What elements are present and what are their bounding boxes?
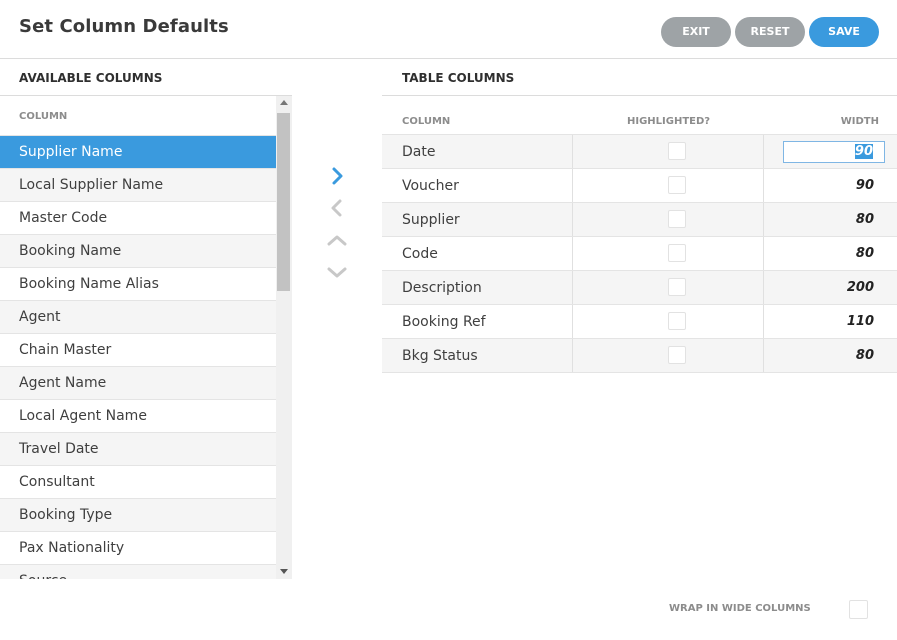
save-button[interactable]: SAVE: [809, 17, 879, 47]
chevron-left-icon[interactable]: [326, 197, 348, 219]
available-column-item[interactable]: Travel Date: [0, 433, 276, 466]
column-name-cell: Date: [382, 135, 573, 168]
table-row[interactable]: Supplier 80: [382, 203, 897, 237]
width-input[interactable]: 90: [783, 141, 885, 163]
available-column-item[interactable]: Agent Name: [0, 367, 276, 400]
chevron-right-icon[interactable]: [326, 165, 348, 187]
highlighted-checkbox[interactable]: [668, 278, 686, 296]
highlighted-cell: [573, 339, 764, 372]
chevron-down-icon[interactable]: [326, 261, 348, 283]
table-row[interactable]: Code 80: [382, 237, 897, 271]
width-cell[interactable]: 90: [764, 169, 897, 202]
table-row[interactable]: Voucher 90: [382, 169, 897, 203]
available-column-item[interactable]: Source: [0, 565, 276, 579]
column-name-cell: Supplier: [382, 203, 573, 236]
width-cell[interactable]: 80: [764, 203, 897, 236]
available-columns-title: AVAILABLE COLUMNS: [19, 71, 163, 85]
table-row[interactable]: Bkg Status 80: [382, 339, 897, 373]
table-columns-header: COLUMN HIGHLIGHTED? WIDTH: [382, 96, 897, 135]
scroll-up-arrow-icon[interactable]: [280, 100, 288, 105]
width-cell[interactable]: 80: [764, 237, 897, 270]
width-cell[interactable]: 200: [764, 271, 897, 304]
highlighted-header-label: HIGHLIGHTED?: [627, 116, 711, 127]
scroll-down-arrow-icon[interactable]: [280, 569, 288, 574]
header-bar: Set Column Defaults EXIT RESET SAVE: [0, 0, 897, 59]
highlighted-checkbox[interactable]: [668, 210, 686, 228]
wrap-wide-columns-label: WRAP IN WIDE COLUMNS: [669, 603, 811, 614]
available-column-item[interactable]: Local Agent Name: [0, 400, 276, 433]
table-row[interactable]: Booking Ref 110: [382, 305, 897, 339]
table-columns-body: Date 90 Voucher 90 Supplier 80 Code 80 Descripti…: [382, 135, 897, 373]
column-name-cell: Code: [382, 237, 573, 270]
available-column-item[interactable]: Supplier Name: [0, 136, 276, 169]
available-column-item[interactable]: Local Supplier Name: [0, 169, 276, 202]
column-name-cell: Description: [382, 271, 573, 304]
table-row[interactable]: Date 90: [382, 135, 897, 169]
highlighted-checkbox[interactable]: [668, 244, 686, 262]
page-title: Set Column Defaults: [19, 16, 229, 37]
list-scrollbar[interactable]: [276, 96, 292, 579]
column-name-cell: Bkg Status: [382, 339, 573, 372]
column-name-cell: Booking Ref: [382, 305, 573, 338]
column-header-label: COLUMN: [402, 116, 451, 127]
available-column-item[interactable]: Booking Name Alias: [0, 268, 276, 301]
highlighted-checkbox[interactable]: [668, 176, 686, 194]
width-cell: 90: [764, 135, 897, 168]
column-header-label: COLUMN: [19, 111, 68, 122]
table-columns-title: TABLE COLUMNS: [402, 71, 515, 85]
highlighted-checkbox[interactable]: [668, 142, 686, 160]
available-column-item[interactable]: Booking Name: [0, 235, 276, 268]
table-row[interactable]: Description 200: [382, 271, 897, 305]
highlighted-checkbox[interactable]: [668, 312, 686, 330]
available-column-item[interactable]: Chain Master: [0, 334, 276, 367]
available-columns-header: COLUMN: [0, 96, 276, 136]
width-cell[interactable]: 80: [764, 339, 897, 372]
wrap-wide-columns-checkbox[interactable]: [849, 600, 868, 619]
chevron-up-icon[interactable]: [326, 230, 348, 252]
width-input-selected-text: 90: [854, 144, 873, 159]
highlighted-cell: [573, 237, 764, 270]
available-column-item[interactable]: Booking Type: [0, 499, 276, 532]
highlighted-cell: [573, 203, 764, 236]
available-columns-panel: COLUMN Supplier Name Local Supplier Name M…: [0, 95, 292, 579]
highlighted-cell: [573, 305, 764, 338]
width-header-label: WIDTH: [840, 116, 879, 127]
table-columns-panel: COLUMN HIGHLIGHTED? WIDTH Date 90 Voucher 9…: [382, 95, 897, 373]
scroll-thumb[interactable]: [277, 113, 290, 291]
column-name-cell: Voucher: [382, 169, 573, 202]
highlighted-checkbox[interactable]: [668, 346, 686, 364]
available-column-item[interactable]: Agent: [0, 301, 276, 334]
reset-button[interactable]: RESET: [735, 17, 805, 47]
available-columns-list: Supplier Name Local Supplier Name Master C…: [0, 136, 276, 579]
highlighted-cell: [573, 169, 764, 202]
available-column-item[interactable]: Pax Nationality: [0, 532, 276, 565]
available-column-item[interactable]: Master Code: [0, 202, 276, 235]
available-column-item[interactable]: Consultant: [0, 466, 276, 499]
highlighted-cell: [573, 135, 764, 168]
highlighted-cell: [573, 271, 764, 304]
exit-button[interactable]: EXIT: [661, 17, 731, 47]
width-cell[interactable]: 110: [764, 305, 897, 338]
